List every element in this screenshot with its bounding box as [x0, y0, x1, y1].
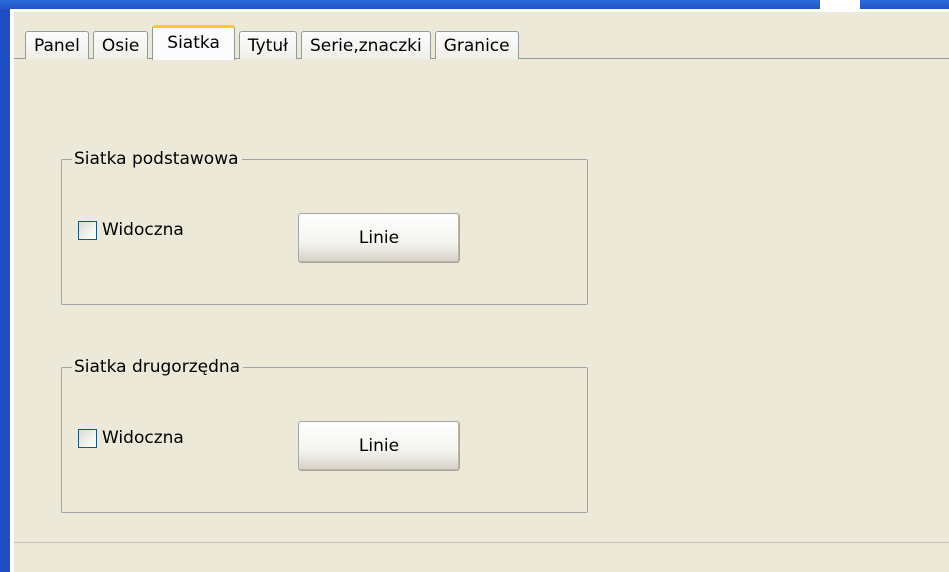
tab-panel-siatka: Siatka podstawowa Widoczna Linie Siatka … [14, 58, 949, 542]
tab-tytul[interactable]: Tytuł [238, 31, 297, 59]
dialog-window: Siatka podstawowa Widoczna Linie Siatka … [0, 0, 949, 572]
tab-osie[interactable]: Osie [92, 31, 149, 59]
minor-grid-visible-label: Widoczna [102, 428, 184, 448]
minor-grid-title: Siatka drugorzędna [72, 357, 244, 377]
dialog-bottom-strip [14, 542, 949, 572]
major-grid-visible-label: Widoczna [102, 220, 184, 240]
major-grid-title: Siatka podstawowa [72, 149, 242, 169]
minor-grid-visible-checkbox[interactable] [78, 428, 97, 448]
minor-grid-groupbox: Siatka drugorzędna Widoczna Linie [61, 357, 588, 513]
major-grid-visible-checkbox-row[interactable]: Widoczna [78, 220, 184, 240]
minor-grid-lines-button[interactable]: Linie [298, 421, 460, 471]
tab-label: Granice [443, 36, 510, 56]
major-grid-lines-button-label: Linie [358, 228, 400, 248]
major-grid-lines-button[interactable]: Linie [298, 213, 460, 263]
tab-label: Panel [34, 36, 80, 56]
tab-siatka[interactable]: Siatka [152, 25, 235, 60]
tab-panel-body: Siatka podstawowa Widoczna Linie Siatka … [16, 59, 949, 542]
window-left-border [0, 9, 14, 572]
window-caption-strip [0, 0, 949, 12]
tab-granice[interactable]: Granice [434, 31, 519, 59]
title-bar-right [860, 0, 949, 9]
tab-strip: Panel Osie Siatka Tytuł Serie,znaczki Gr… [25, 25, 523, 60]
major-grid-visible-checkbox[interactable] [78, 220, 97, 240]
tab-label: Serie,znaczki [309, 36, 422, 56]
tab-panel[interactable]: Panel [25, 31, 89, 59]
tab-serie-znaczki[interactable]: Serie,znaczki [300, 31, 431, 59]
tab-label: Siatka [167, 33, 220, 53]
major-grid-groupbox: Siatka podstawowa Widoczna Linie [61, 149, 588, 305]
title-bar [0, 0, 820, 9]
tab-label: Osie [101, 36, 140, 56]
minor-grid-visible-checkbox-row[interactable]: Widoczna [78, 428, 184, 448]
tab-label: Tytuł [247, 36, 288, 56]
minor-grid-lines-button-label: Linie [358, 436, 400, 456]
